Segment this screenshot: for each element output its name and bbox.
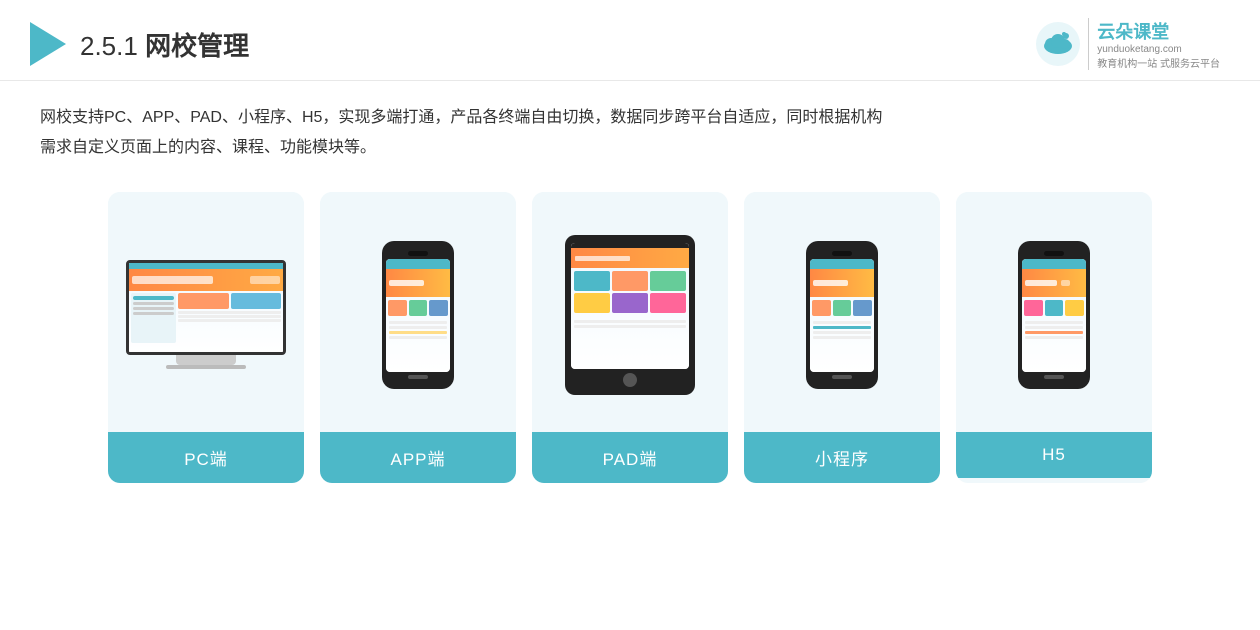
screen-content-app (386, 259, 450, 372)
card-pc: PC端 (108, 192, 304, 483)
phone-home-mp (832, 375, 852, 379)
cards-container: PC端 (0, 172, 1260, 503)
title-text: 网校管理 (145, 31, 249, 61)
card-image-pc (108, 192, 304, 432)
phone-home-h5 (1044, 375, 1064, 379)
logo-area: 云朵课堂 yunduoketang.com 教育机构一站 式服务云平台 (1036, 18, 1220, 70)
phone-device-h5 (1018, 241, 1090, 389)
card-image-h5 (956, 192, 1152, 432)
header: 2.5.1 网校管理 云朵课堂 yunduoketang.com 教育机构一站 … (0, 0, 1260, 81)
card-app: APP端 (320, 192, 516, 483)
phone-device-mp (806, 241, 878, 389)
phone-screen-app (386, 259, 450, 372)
screen-content-mp (810, 259, 874, 372)
card-label-app: APP端 (320, 432, 516, 483)
description-line2: 需求自定义页面上的内容、课程、功能模块等。 (40, 133, 1220, 163)
card-pad: PAD端 (532, 192, 728, 483)
phone-home (408, 375, 428, 379)
logo-brand: 云朵课堂 (1097, 18, 1220, 44)
tablet-device (565, 235, 695, 395)
logo-url: yunduoketang.com (1097, 44, 1220, 55)
desktop-stand (176, 355, 236, 365)
card-label-pad: PAD端 (532, 432, 728, 483)
description-line1: 网校支持PC、APP、PAD、小程序、H5，实现多端打通，产品各终端自由切换，数… (40, 103, 1220, 133)
page-title: 2.5.1 网校管理 (80, 26, 249, 63)
play-icon (30, 22, 66, 66)
screen-fill-pc (129, 263, 283, 352)
card-image-pad (532, 192, 728, 432)
phone-device-app (382, 241, 454, 389)
phone-screen-mp (810, 259, 874, 372)
logo-tagline: 教育机构一站 式服务云平台 (1097, 55, 1220, 70)
desktop-screen (126, 260, 286, 355)
card-label-mp: 小程序 (744, 432, 940, 483)
card-label-pc: PC端 (108, 432, 304, 483)
screen-content-pad (571, 243, 689, 369)
header-left: 2.5.1 网校管理 (30, 22, 249, 66)
section-number: 2.5.1 (80, 31, 138, 61)
card-label-h5: H5 (956, 432, 1152, 478)
page-wrapper: 2.5.1 网校管理 云朵课堂 yunduoketang.com 教育机构一站 … (0, 0, 1260, 630)
desktop-base (166, 365, 246, 369)
tablet-screen (571, 243, 689, 369)
screen-content-h5 (1022, 259, 1086, 372)
phone-notch-mp (832, 251, 852, 256)
desktop-device (126, 260, 286, 370)
logo-text: 云朵课堂 yunduoketang.com 教育机构一站 式服务云平台 (1088, 18, 1220, 70)
description-area: 网校支持PC、APP、PAD、小程序、H5，实现多端打通，产品各终端自由切换，数… (0, 81, 1260, 172)
phone-screen-h5 (1022, 259, 1086, 372)
card-h5: H5 (956, 192, 1152, 483)
card-miniprogram: 小程序 (744, 192, 940, 483)
card-image-miniprogram (744, 192, 940, 432)
phone-notch (408, 251, 428, 256)
card-image-app (320, 192, 516, 432)
tablet-home-btn (623, 373, 637, 387)
phone-notch-h5 (1044, 251, 1064, 256)
brand-logo-icon (1036, 22, 1080, 66)
